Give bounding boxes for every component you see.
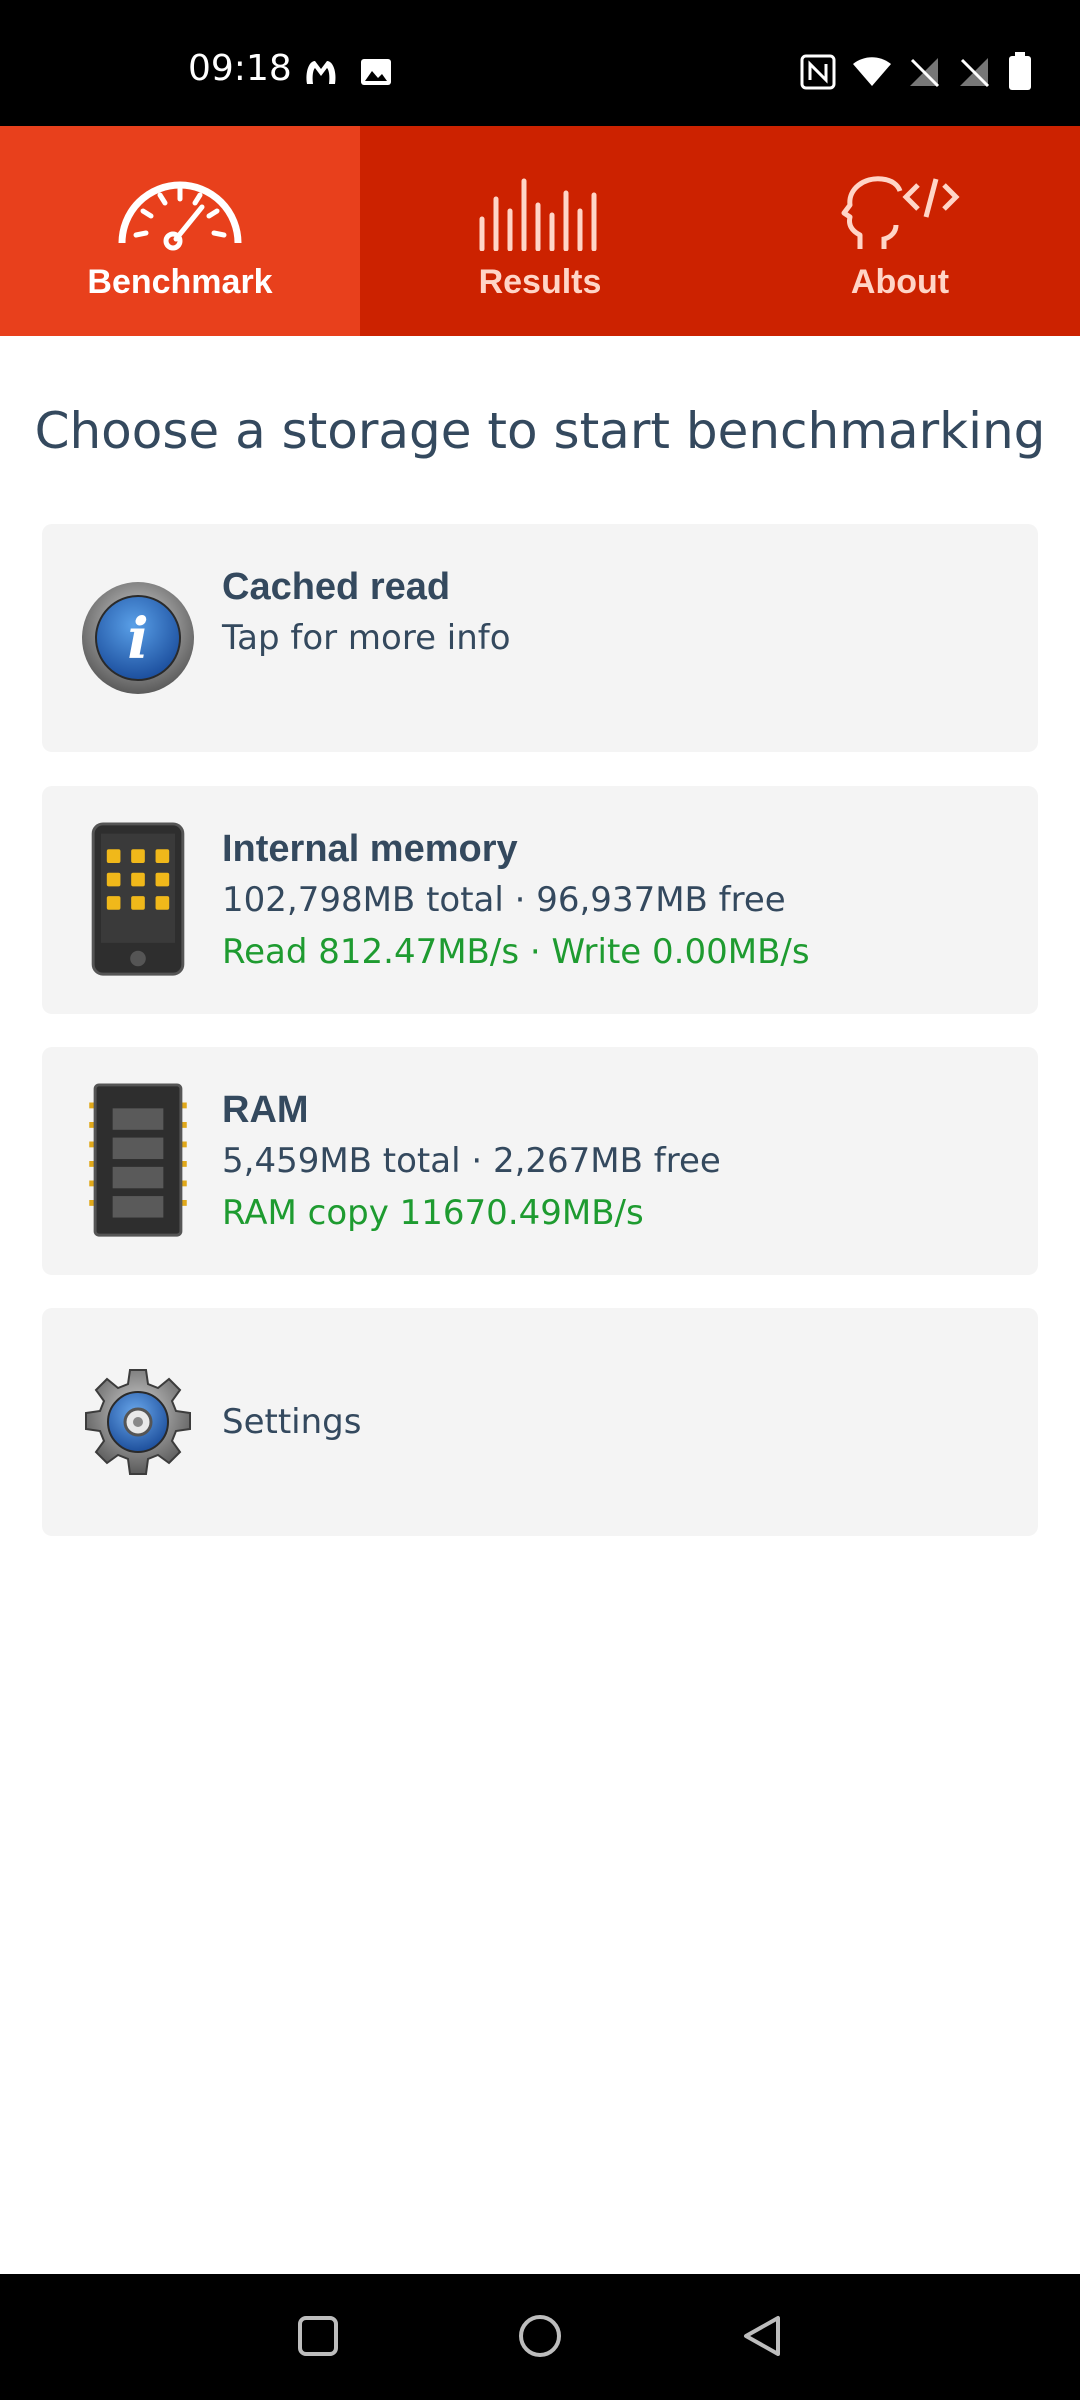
cached-read-card[interactable]: i Cached read Tap for more info: [42, 524, 1038, 752]
speedometer-icon: [118, 181, 242, 251]
home-button[interactable]: [516, 2312, 564, 2360]
ram-card[interactable]: RAM 5,459MB total · 2,267MB free RAM cop…: [42, 1047, 1038, 1275]
tab-label: About: [850, 263, 950, 301]
storage-speed: Read 812.47MB/s · Write 0.00MB/s: [222, 932, 810, 972]
ram-speed: RAM copy 11670.49MB/s: [222, 1193, 644, 1233]
head-code-icon: [841, 176, 960, 249]
storage-info: 102,798MB total · 96,937MB free: [222, 880, 786, 920]
settings-card[interactable]: Settings: [42, 1308, 1038, 1536]
malwarebytes-icon: [306, 61, 336, 84]
card-title: Internal memory: [222, 828, 518, 870]
image-icon: [361, 59, 391, 85]
wifi-icon: [853, 57, 891, 86]
no-sim-icon: [960, 58, 990, 88]
settings-label: Settings: [222, 1402, 362, 1442]
card-title: RAM: [222, 1089, 309, 1131]
ram-info: 5,459MB total · 2,267MB free: [222, 1141, 721, 1181]
info-icon: i: [82, 582, 194, 694]
tab-label: Results: [478, 263, 602, 301]
status-bar: 09:18: [0, 0, 1080, 126]
card-subtitle: Tap for more info: [222, 618, 511, 658]
battery-icon: [1009, 52, 1031, 90]
svg-text:i: i: [127, 606, 148, 672]
page-heading: Choose a storage to start benchmarking: [34, 402, 1046, 460]
tab-label: Benchmark: [87, 263, 273, 301]
internal-memory-card[interactable]: Internal memory 102,798MB total · 96,937…: [42, 786, 1038, 1014]
ram-chip-icon: [89, 1083, 187, 1237]
gear-icon: [85, 1369, 191, 1475]
navigation-bar: [0, 2274, 1080, 2400]
tab-about[interactable]: About: [720, 126, 1080, 336]
card-title: Cached read: [222, 566, 451, 608]
back-button[interactable]: [738, 2312, 786, 2360]
no-sim-icon: [910, 58, 940, 88]
bars-icon: [479, 178, 597, 251]
tab-benchmark[interactable]: Benchmark: [0, 126, 360, 336]
tab-bar: Benchmark Results About: [0, 126, 1080, 336]
nfc-icon: [800, 54, 836, 90]
status-time: 09:18: [188, 48, 292, 89]
tab-results[interactable]: Results: [360, 126, 720, 336]
recents-button[interactable]: [296, 2314, 340, 2358]
phone-icon: [91, 822, 185, 976]
